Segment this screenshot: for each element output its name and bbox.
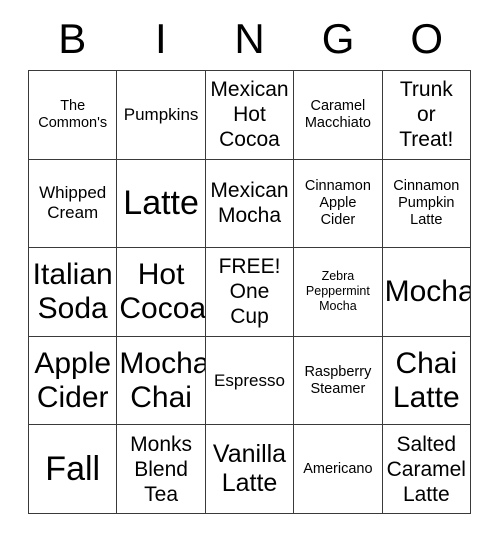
bingo-cell-b3[interactable]: Italian Soda [29, 248, 118, 337]
bingo-cell-n4[interactable]: Espresso [205, 336, 295, 426]
bingo-header-letter-o: O [410, 15, 444, 62]
bingo-cell-label: Cinnamon Apple Cider [304, 177, 371, 228]
bingo-grid: The Common's Pumpkins Mexican Hot Cocoa … [28, 70, 471, 514]
bingo-cell-i4[interactable]: Mocha Chai [117, 336, 206, 426]
bingo-cell-label: Italian Soda [32, 257, 113, 325]
bingo-cell-i3[interactable]: Hot Cocoa [117, 248, 206, 337]
bingo-cell-b1[interactable]: The Common's [29, 71, 118, 160]
bingo-cell-label: Raspberry Steamer [304, 363, 372, 397]
bingo-cell-label: Americano [303, 460, 373, 477]
bingo-cell-i2[interactable]: Latte [117, 159, 206, 249]
bingo-cell-b2[interactable]: Whipped Cream [29, 159, 118, 249]
bingo-cell-label: Latte [123, 184, 199, 223]
bingo-cell-label: Whipped Cream [39, 183, 107, 223]
bingo-cell-label: Cinnamon Pumpkin Latte [393, 177, 460, 228]
bingo-header-letter-i: I [155, 15, 167, 62]
bingo-cell-o2[interactable]: Cinnamon Pumpkin Latte [382, 159, 471, 249]
bingo-cell-label: Mocha Chai [119, 346, 206, 414]
bingo-cell-b4[interactable]: Apple Cider [29, 336, 118, 426]
bingo-cell-label: Hot Cocoa [119, 257, 206, 325]
bingo-cell-i1[interactable]: Pumpkins [117, 71, 206, 160]
bingo-cell-g5[interactable]: Americano [294, 425, 383, 514]
bingo-cell-label: Chai Latte [392, 346, 460, 414]
bingo-cell-label: Fall [45, 450, 101, 489]
bingo-header-letter-b: B [58, 15, 87, 62]
bingo-cell-o5[interactable]: Salted Caramel Latte [382, 425, 471, 514]
bingo-cell-g4[interactable]: Raspberry Steamer [294, 336, 383, 426]
bingo-cell-n1[interactable]: Mexican Hot Cocoa [205, 71, 295, 160]
bingo-cell-o1[interactable]: Trunk or Treat! [382, 71, 471, 160]
bingo-cell-label: Mocha [384, 274, 471, 308]
bingo-cell-o3[interactable]: Mocha [382, 248, 471, 337]
bingo-cell-label: Zebra Peppermint Mocha [305, 269, 370, 314]
bingo-cell-label: The Common's [38, 97, 108, 131]
bingo-cell-label: Monks Blend Tea [130, 432, 193, 506]
bingo-header-letter-n: N [234, 15, 265, 62]
bingo-cell-n5[interactable]: Vanilla Latte [205, 425, 295, 514]
bingo-cell-label: Trunk or Treat! [399, 78, 454, 152]
bingo-cell-label: Mexican Mocha [210, 179, 289, 228]
bingo-header-letter-g: G [321, 15, 355, 62]
bingo-cell-free-space[interactable]: FREE! One Cup [205, 248, 295, 337]
bingo-cell-label: Apple Cider [34, 346, 112, 414]
bingo-header-row: B I N G O [28, 8, 471, 70]
bingo-cell-b5[interactable]: Fall [29, 425, 118, 514]
bingo-cell-label: Salted Caramel Latte [386, 432, 466, 506]
bingo-cell-o4[interactable]: Chai Latte [382, 336, 471, 426]
bingo-cell-g2[interactable]: Cinnamon Apple Cider [294, 159, 383, 249]
bingo-cell-label: Pumpkins [123, 104, 199, 124]
bingo-cell-label: Espresso [214, 370, 285, 390]
bingo-cell-label: Mexican Hot Cocoa [210, 78, 289, 152]
bingo-cell-n2[interactable]: Mexican Mocha [205, 159, 295, 249]
bingo-cell-label: FREE! One Cup [218, 255, 281, 329]
bingo-cell-label: Caramel Macchiato [304, 97, 371, 131]
bingo-cell-g1[interactable]: Caramel Macchiato [294, 71, 383, 160]
bingo-cell-label: Vanilla Latte [212, 440, 287, 498]
bingo-cell-i5[interactable]: Monks Blend Tea [117, 425, 206, 514]
bingo-card: B I N G O The Common's Pumpkins Mexican … [0, 0, 500, 544]
bingo-cell-g3[interactable]: Zebra Peppermint Mocha [294, 248, 383, 337]
